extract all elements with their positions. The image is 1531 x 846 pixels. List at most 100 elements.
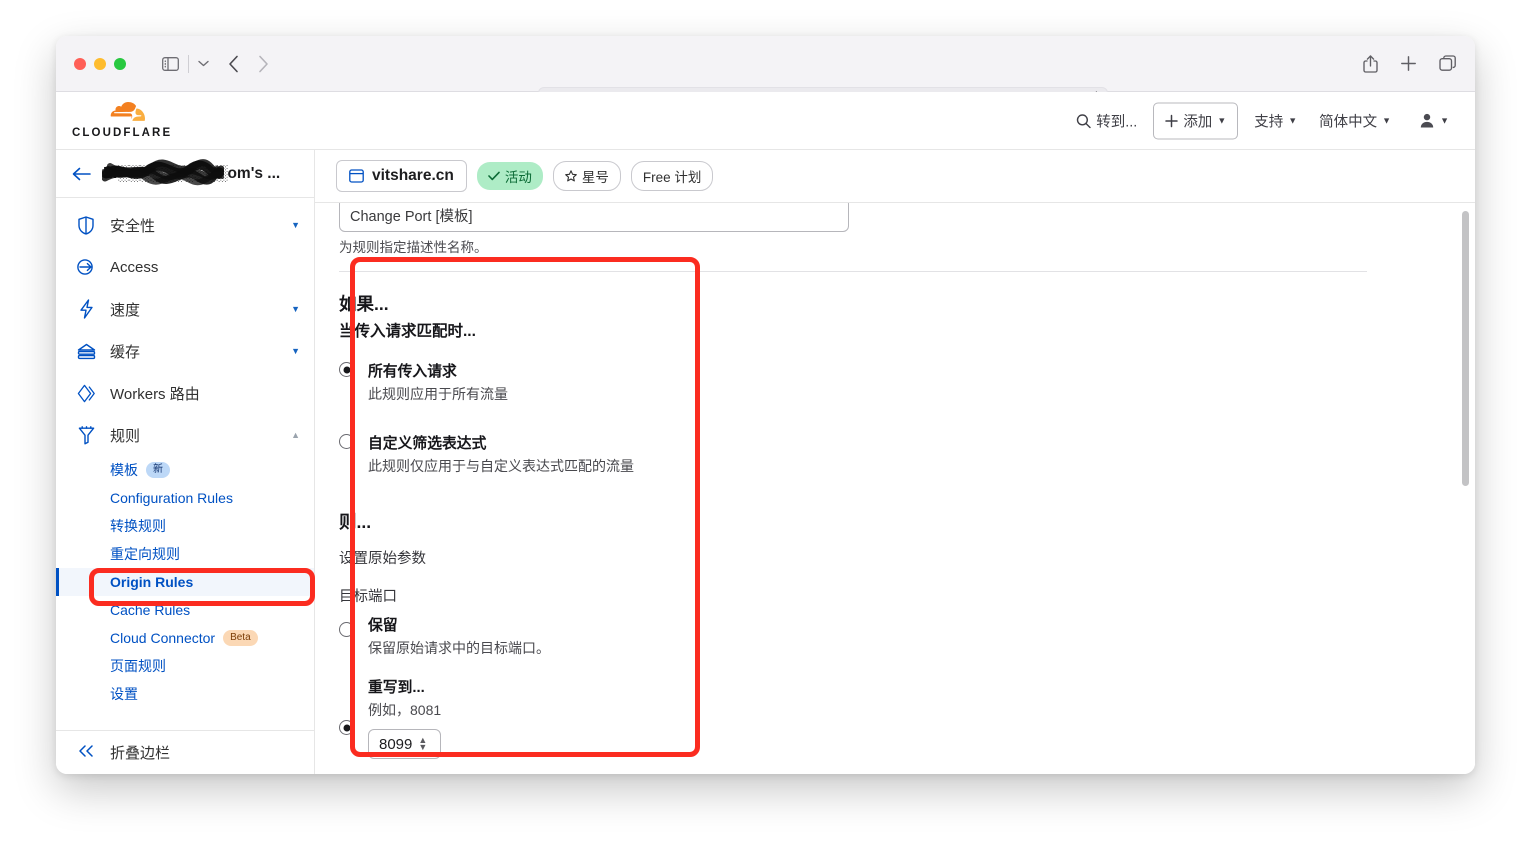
user-icon bbox=[1419, 113, 1435, 129]
arrow-left-icon[interactable] bbox=[72, 167, 91, 181]
scrollbar-thumb[interactable] bbox=[1462, 211, 1469, 486]
chevron-down-icon[interactable] bbox=[193, 52, 213, 76]
status-badge-label: 活动 bbox=[504, 170, 532, 185]
browser-toolbar-actions bbox=[1363, 54, 1457, 73]
radio-button[interactable] bbox=[339, 434, 354, 449]
radio-preserve-port[interactable]: 保留 保留原始请求中的目标端口。 bbox=[339, 614, 550, 658]
forward-button[interactable] bbox=[249, 52, 277, 76]
rule-name-input[interactable]: Change Port [模板] bbox=[339, 203, 849, 232]
collapse-sidebar-button[interactable]: 折叠边栏 bbox=[56, 730, 314, 774]
sidebar-item-origin-rules[interactable]: Origin Rules bbox=[56, 568, 314, 596]
sidebar-item-label: 规则 bbox=[110, 427, 141, 445]
radio-rewrite-port[interactable]: 重写到... 例如，8081 8099 ▲ ▼ bbox=[339, 676, 550, 759]
star-button[interactable]: 星号 bbox=[552, 161, 621, 191]
then-section-title: 则... bbox=[339, 512, 372, 532]
radio-label: 自定义筛选表达式 bbox=[368, 436, 487, 452]
stepper-down-icon[interactable]: ▼ bbox=[418, 742, 427, 752]
radio-button[interactable] bbox=[339, 720, 354, 735]
if-section-subtitle: 当传入请求匹配时... bbox=[339, 323, 476, 340]
dashboard-header: CLOUDFLARE 转到... 添加 ▼ 支持 ▼ 简体中文 ▼ ▼ bbox=[56, 92, 1475, 150]
sidebar-toggle-icon[interactable] bbox=[156, 52, 184, 76]
radio-label: 所有传入请求 bbox=[368, 364, 457, 380]
radio-button[interactable] bbox=[339, 622, 354, 637]
sidebar-item-transform-rules[interactable]: 转换规则 bbox=[56, 512, 314, 540]
plan-badge-label: Free 计划 bbox=[642, 170, 702, 185]
radio-description: 例如，8081 bbox=[368, 702, 442, 718]
subnav-label: 设置 bbox=[110, 686, 138, 702]
window-controls bbox=[74, 57, 126, 70]
sidebar-item-configuration-rules[interactable]: Configuration Rules bbox=[56, 484, 314, 512]
tab-overview-icon[interactable] bbox=[1439, 55, 1457, 72]
plan-badge[interactable]: Free 计划 bbox=[630, 161, 714, 191]
sidebar-item-settings[interactable]: 设置 bbox=[56, 680, 314, 708]
account-breadcrumb[interactable]: Zf░░░░░░░░░░om's ... bbox=[56, 150, 314, 198]
chevron-down-icon[interactable]: ▼ bbox=[291, 220, 300, 230]
workers-icon bbox=[76, 384, 96, 403]
sidebar-item-rules[interactable]: 规则 ▲ bbox=[56, 414, 314, 456]
sidebar-item-workers-routes[interactable]: Workers 路由 bbox=[56, 372, 314, 414]
main-content: vitshare.cn 活动 星号 Free 计划 Change Port [模… bbox=[315, 150, 1475, 774]
content-scrollbar[interactable] bbox=[1460, 203, 1469, 774]
global-search[interactable]: 转到... bbox=[1070, 106, 1143, 135]
subnav-label: 页面规则 bbox=[110, 658, 166, 674]
chevron-down-icon[interactable]: ▼ bbox=[291, 346, 300, 356]
radio-all-incoming-requests[interactable]: 所有传入请求 此规则应用于所有流量 bbox=[339, 360, 634, 404]
sidebar-item-cache-rules[interactable]: Cache Rules bbox=[56, 596, 314, 624]
cloudflare-logo[interactable]: CLOUDFLARE bbox=[72, 102, 172, 139]
language-menu[interactable]: 简体中文 ▼ bbox=[1313, 106, 1397, 135]
minimize-window-button[interactable] bbox=[94, 57, 106, 70]
new-tab-icon[interactable] bbox=[1400, 55, 1417, 72]
sidebar-item-page-rules[interactable]: 页面规则 bbox=[56, 652, 314, 680]
chevron-down-icon: ▼ bbox=[1440, 115, 1449, 125]
language-label: 简体中文 bbox=[1319, 114, 1378, 130]
stepper-icon[interactable]: ▲ ▼ bbox=[418, 735, 427, 752]
support-menu[interactable]: 支持 ▼ bbox=[1248, 106, 1303, 135]
radio-label: 保留 bbox=[368, 618, 398, 634]
maximize-window-button[interactable] bbox=[114, 57, 126, 70]
header-actions: 转到... 添加 ▼ 支持 ▼ 简体中文 ▼ ▼ bbox=[1070, 102, 1455, 139]
global-search-label: 转到... bbox=[1096, 114, 1138, 130]
sidebar-item-speed[interactable]: 速度 ▼ bbox=[56, 288, 314, 330]
port-number-input[interactable]: 8099 ▲ ▼ bbox=[368, 729, 441, 759]
sidebar-item-templates[interactable]: 模板 新 bbox=[56, 456, 314, 484]
radio-button[interactable] bbox=[339, 362, 354, 377]
sidebar-item-label: 安全性 bbox=[110, 217, 156, 235]
cloudflare-cloud-icon bbox=[110, 102, 146, 121]
search-icon bbox=[1076, 113, 1091, 128]
domain-name: vitshare.cn bbox=[372, 167, 454, 184]
radio-custom-filter-expression[interactable]: 自定义筛选表达式 此规则仅应用于与自定义表达式匹配的流量 bbox=[339, 432, 634, 476]
chevron-up-icon[interactable]: ▲ bbox=[291, 430, 300, 440]
site-icon bbox=[349, 169, 364, 183]
port-value: 8099 bbox=[379, 735, 413, 753]
sidebar-item-redirect-rules[interactable]: 重定向规则 bbox=[56, 540, 314, 568]
share-icon[interactable] bbox=[1363, 54, 1378, 73]
close-window-button[interactable] bbox=[74, 57, 86, 70]
chevron-down-icon: ▼ bbox=[1217, 115, 1227, 125]
browser-toolbar: dash.cloudflare.com bbox=[56, 36, 1475, 113]
sidebar-item-cloud-connector[interactable]: Cloud Connector Beta bbox=[56, 624, 314, 652]
domain-selector[interactable]: vitshare.cn bbox=[336, 160, 467, 192]
collapse-sidebar-label: 折叠边栏 bbox=[110, 745, 171, 762]
account-menu[interactable]: ▼ bbox=[1413, 109, 1455, 133]
toolbar-divider bbox=[188, 54, 189, 73]
destination-port-label: 目标端口 bbox=[339, 589, 397, 605]
sidebar-item-label: 速度 bbox=[110, 301, 141, 319]
radio-description: 此规则应用于所有流量 bbox=[368, 386, 508, 402]
sidebar-item-access[interactable]: Access bbox=[56, 246, 314, 288]
sidebar: Zf░░░░░░░░░░om's ... 安全性 ▼ Access 速度 ▼ 缓… bbox=[56, 150, 315, 774]
bolt-icon bbox=[76, 299, 96, 319]
cloudflare-dashboard: CLOUDFLARE 转到... 添加 ▼ 支持 ▼ 简体中文 ▼ ▼ Zf░░… bbox=[56, 92, 1475, 774]
browser-window: dash.cloudflare.com bbox=[56, 36, 1475, 774]
add-button[interactable]: 添加 ▼ bbox=[1153, 102, 1239, 139]
funnel-icon bbox=[76, 425, 96, 445]
chevrons-left-icon bbox=[76, 744, 96, 761]
then-section: 则... 设置原始参数 bbox=[339, 509, 426, 568]
subnav-label: 重定向规则 bbox=[110, 546, 180, 562]
sidebar-item-cache[interactable]: 缓存 ▼ bbox=[56, 330, 314, 372]
back-button[interactable] bbox=[219, 52, 247, 76]
chevron-down-icon[interactable]: ▼ bbox=[291, 304, 300, 314]
sidebar-item-security[interactable]: 安全性 ▼ bbox=[56, 204, 314, 246]
sidebar-item-label: Access bbox=[110, 258, 159, 276]
sidebar-nav: 安全性 ▼ Access 速度 ▼ 缓存 ▼ Workers 路由 规则 ▲ 模… bbox=[56, 198, 314, 730]
access-icon bbox=[76, 258, 96, 276]
